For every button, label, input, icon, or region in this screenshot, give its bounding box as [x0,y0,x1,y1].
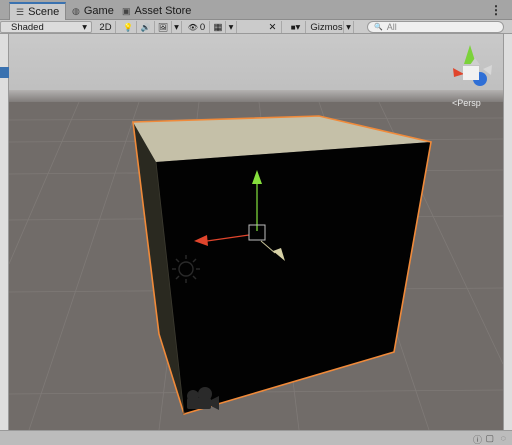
eye-slash-icon: 👁 [187,22,198,32]
grid-icon: ▦ [213,21,223,33]
shading-mode-label: Shaded [11,21,44,33]
projection-label: Persp [457,98,481,108]
tools-button[interactable]: ✕ [264,21,282,33]
tab-asset-store-label: Asset Store [134,5,192,17]
status-bar: ⓘ ▢ ◌ [0,430,512,445]
tab-game-label: Game [83,5,114,17]
projection-toggle[interactable]: <Persp [452,98,481,108]
hidden-count: 0 [199,21,206,33]
hierarchy-selection-marker [0,67,9,78]
light-bulb-icon: 💡 [123,22,133,32]
audio-toggle[interactable]: 🔊 [137,21,155,33]
hidden-objects-toggle[interactable]: 👁 0 [184,21,210,33]
shading-mode-dropdown[interactable]: Shaded ▾ [0,21,92,33]
horizon-band [9,90,503,104]
mode-2d-toggle[interactable]: 2D [96,21,116,33]
hierarchy-panel-edge [0,34,9,430]
chevron-down-icon: ▾ [82,21,87,33]
grid-toggle[interactable]: ▦ [211,21,226,33]
effects-dropdown[interactable]: ▾ [172,21,182,33]
tab-scene-label: Scene [28,6,60,18]
store-icon: ▣ [122,5,131,16]
speaker-icon: 🔊 [140,22,151,32]
notification-icon[interactable]: ▢ [485,433,494,444]
effects-toggle[interactable]: 🖼 [155,21,172,33]
chevron-down-icon: ▾ [295,21,301,33]
inspector-panel-edge [503,34,512,430]
mode-2d-label: 2D [99,21,112,33]
gizmos-dropdown[interactable]: ▾ [344,21,354,33]
scene-viewport[interactable]: <Persp [9,34,503,430]
tab-asset-store[interactable]: ▣ Asset Store [116,2,197,20]
chevron-down-icon: ▾ [174,21,179,33]
scene-toolbar: Shaded ▾ 2D 💡 🔊 🖼 ▾ 👁 0 ▦ ▾ ✕ ■ ▾ Gizmos… [0,20,512,34]
tab-menu-icon[interactable]: ⋮ [490,3,502,17]
dock-tab-bar: ☰ Scene ◍ Game ▣ Asset Store ⋮ [0,0,512,20]
tab-scene[interactable]: ☰ Scene [9,2,67,20]
tab-game[interactable]: ◍ Game [66,2,120,20]
info-icon[interactable]: ⓘ [473,433,482,445]
gizmos-label: Gizmos [310,21,343,33]
effects-icon: 🖼 [157,22,169,32]
lighting-toggle[interactable]: 💡 [120,21,137,33]
game-icon: ◍ [72,5,80,16]
collab-icon[interactable]: ◌ [501,433,506,443]
chevron-down-icon: ▾ [346,21,351,33]
gizmos-button[interactable]: Gizmos [310,21,344,33]
grid-dropdown[interactable]: ▾ [226,21,237,33]
search-placeholder: All [386,22,397,32]
sky-background [9,34,503,94]
scene-canvas[interactable] [9,34,503,430]
scene-search-input[interactable]: 🔍 All [367,21,504,33]
chevron-down-icon: ▾ [228,21,234,33]
search-icon: 🔍 [374,24,383,31]
camera-button[interactable]: ■ ▾ [286,21,306,33]
tools-icon: ✕ [268,21,277,33]
scene-icon: ☰ [16,6,25,17]
orientation-center-cube[interactable] [463,66,479,80]
